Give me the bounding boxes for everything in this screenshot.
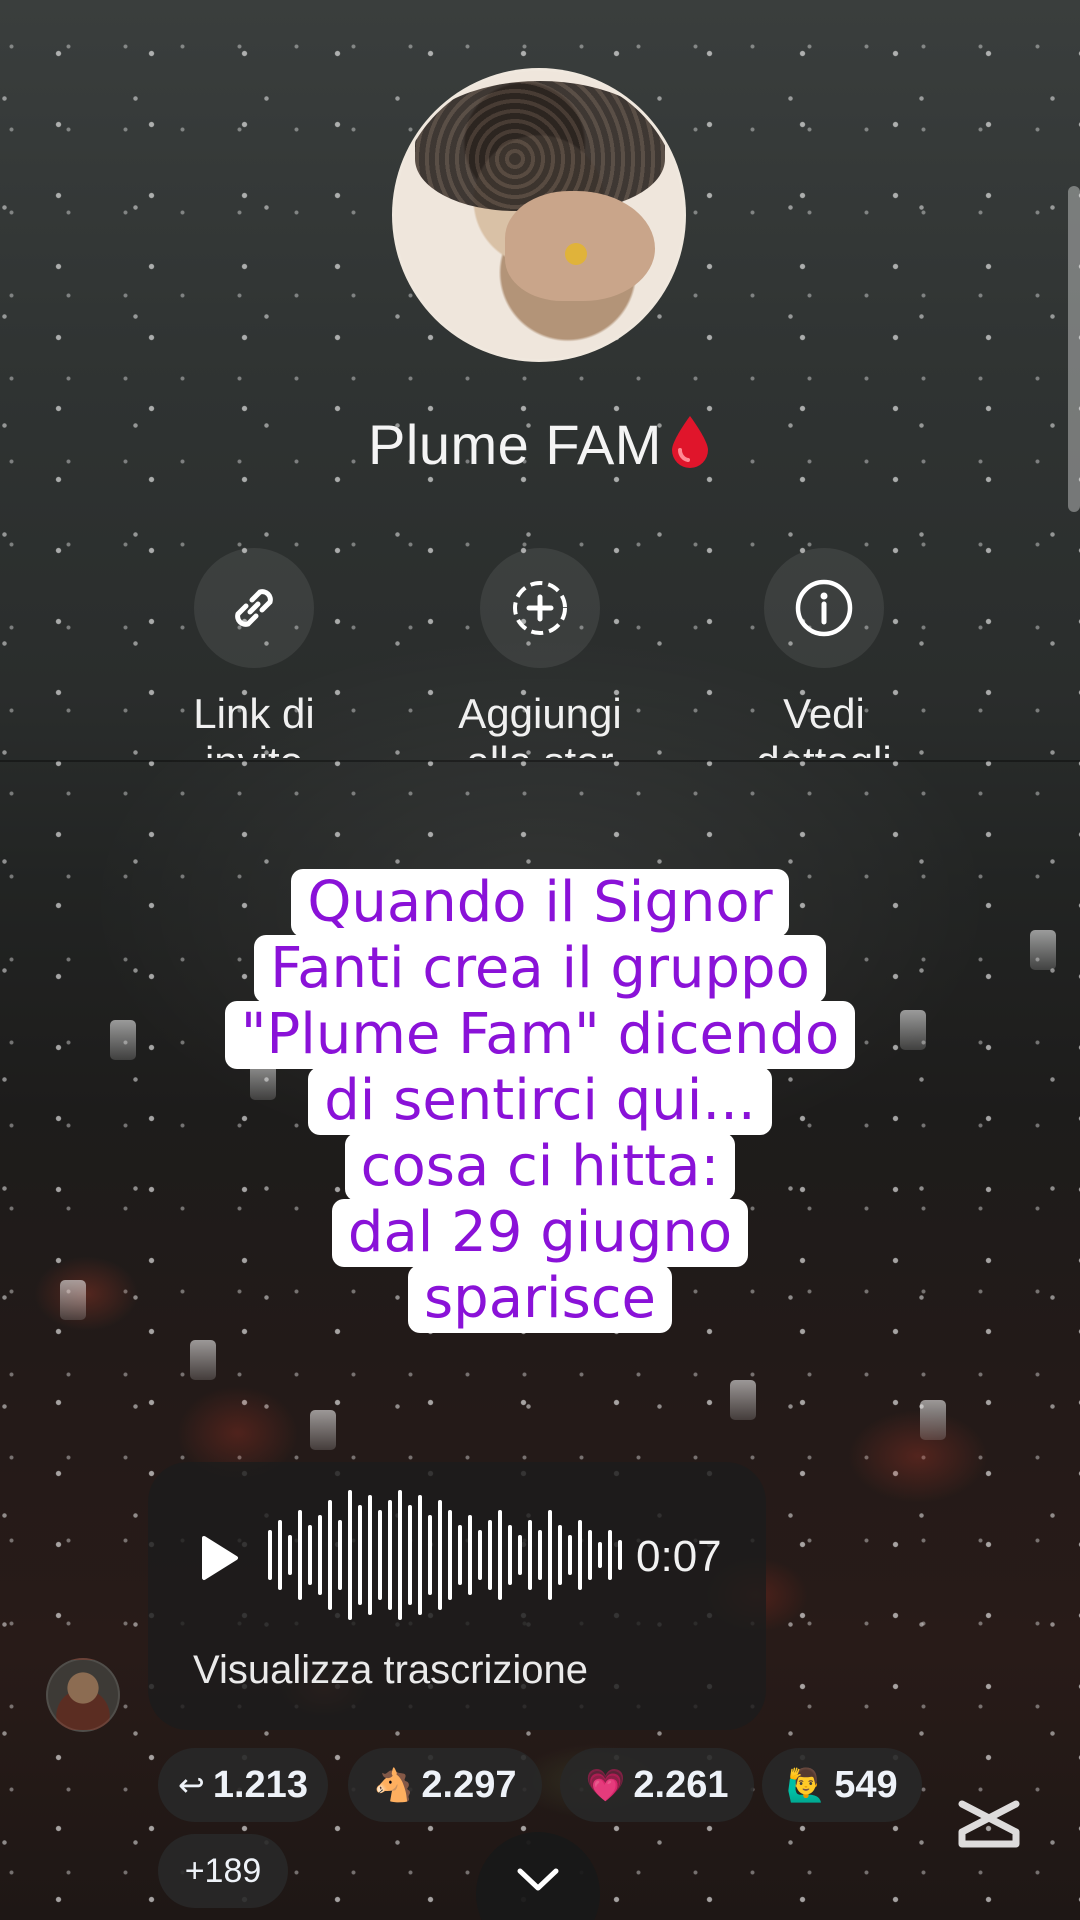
raising-hand-emoji-icon: 🙋‍♂️ — [786, 1767, 827, 1803]
reply-icon: ↩ — [178, 1767, 205, 1803]
action-label-line: Aggiungi — [458, 690, 622, 737]
link-icon — [235, 589, 273, 627]
view-details-button[interactable] — [764, 548, 884, 668]
blood-drop-icon — [671, 416, 708, 468]
view-details-action[interactable]: Vedi dettagli — [694, 548, 954, 758]
caption-line: dal 29 giugno — [331, 1199, 749, 1267]
view-details-label: Vedi dettagli — [694, 690, 954, 758]
video-split-line — [0, 760, 1080, 762]
audio-waveform[interactable] — [268, 1490, 628, 1620]
add-to-story-label: Aggiungi alla stor — [410, 690, 670, 758]
chevron-down-icon — [517, 1868, 559, 1891]
capcut-watermark-logo — [958, 1800, 1020, 1848]
group-name-text: Plume FAM — [368, 413, 662, 476]
action-label-line: alla stor — [410, 738, 670, 758]
avatar-hair — [415, 81, 665, 211]
reaction-count: 1.213 — [212, 1763, 308, 1806]
phone-light — [730, 1380, 756, 1420]
reaction-chip-reply[interactable]: ↩ 1.213 — [158, 1748, 328, 1822]
phone-light — [1030, 930, 1056, 970]
invite-link-button[interactable] — [194, 548, 314, 668]
caption-line: "Plume Fam" dicendo — [224, 1001, 856, 1069]
caption-line: cosa ci hitta: — [344, 1133, 736, 1201]
phone-light — [110, 1020, 136, 1060]
action-label-line: Vedi — [783, 690, 865, 737]
action-label-line: invito — [124, 738, 384, 758]
reaction-chip-horse[interactable]: 🐴 2.297 — [348, 1748, 542, 1822]
caption-line: Quando il Signor — [291, 869, 789, 937]
avatar-hand — [505, 191, 655, 301]
invite-link-label: Link di invito — [124, 690, 384, 758]
phone-light — [190, 1340, 216, 1380]
add-to-story-button[interactable] — [480, 548, 600, 668]
group-actions: Link di invito Aggiungi alla stor Vedi d… — [0, 548, 1080, 758]
play-icon[interactable] — [190, 1526, 246, 1590]
caption-line: Fanti crea il gruppo — [254, 935, 826, 1003]
reaction-count: 2.261 — [633, 1763, 729, 1806]
caption-line: di sentirci qui... — [308, 1067, 772, 1135]
phone-light — [310, 1410, 336, 1450]
reaction-chip-raising-hand[interactable]: 🙋‍♂️ 549 — [762, 1748, 922, 1822]
voice-message-bubble: 0:07 Visualizza trascrizione — [148, 1462, 766, 1730]
horse-emoji-icon: 🐴 — [373, 1767, 414, 1803]
action-label-line: dettagli — [694, 738, 954, 758]
reaction-chip-heart[interactable]: 💗 2.261 — [560, 1748, 754, 1822]
video-caption: Quando il Signor Fanti crea il gruppo "P… — [160, 869, 920, 1333]
reaction-count: 549 — [834, 1763, 898, 1806]
heart-emoji-icon: 💗 — [585, 1767, 626, 1803]
reaction-count: 2.297 — [421, 1763, 517, 1806]
voice-duration: 0:07 — [636, 1532, 722, 1581]
invite-link-action[interactable]: Link di invito — [124, 548, 384, 758]
add-to-story-action[interactable]: Aggiungi alla stor — [410, 548, 670, 758]
group-avatar[interactable] — [392, 68, 686, 362]
action-label-line: Link di — [193, 690, 315, 737]
phone-light — [60, 1280, 86, 1320]
add-circle-icon — [513, 581, 567, 635]
group-title: Plume FAM — [0, 412, 1080, 477]
view-transcript-link[interactable]: Visualizza trascrizione — [193, 1648, 588, 1693]
info-icon — [795, 579, 853, 637]
phone-light — [920, 1400, 946, 1440]
more-reactions-chip[interactable]: +189 — [158, 1834, 288, 1908]
sender-avatar[interactable] — [46, 1658, 120, 1732]
caption-line: sparisce — [407, 1265, 673, 1333]
